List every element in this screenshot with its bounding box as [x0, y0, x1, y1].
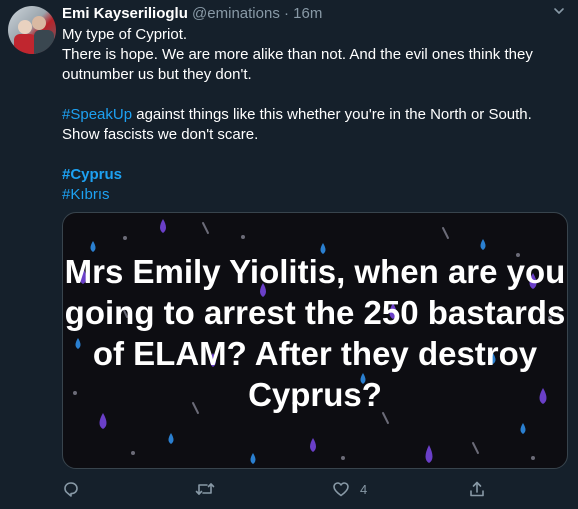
author-handle[interactable]: @eminations	[192, 5, 280, 22]
tweet: Emi Kayserilioglu @eminations · 16m My t…	[0, 0, 578, 509]
share-icon	[470, 481, 484, 497]
like-button[interactable]: 4	[332, 478, 367, 500]
avatar[interactable]	[8, 6, 56, 54]
share-button[interactable]	[468, 478, 486, 500]
reply-icon	[64, 482, 78, 497]
timestamp[interactable]: 16m	[293, 5, 322, 22]
hashtag-kibris[interactable]: #Kıbrıs	[62, 186, 110, 203]
separator: ·	[284, 5, 289, 22]
image-headline: Mrs Emily Yiolitis, when are you going t…	[64, 253, 566, 413]
hashtag-cyprus[interactable]: #Cyprus	[62, 166, 122, 183]
tweet-line: There is hope. We are more alike than no…	[62, 46, 533, 83]
tweet-line-rest: against things like this whether you're …	[62, 106, 532, 143]
tweet-image[interactable]: Mrs Emily Yiolitis, when are you going t…	[62, 212, 568, 469]
retweet-button[interactable]	[195, 478, 215, 500]
action-bar: 4	[62, 478, 568, 502]
tweet-header: Emi Kayserilioglu @eminations · 16m	[62, 4, 322, 24]
tweet-text: My type of Cypriot. There is hope. We ar…	[62, 25, 568, 205]
reply-button[interactable]	[62, 478, 80, 500]
tweet-line: My type of Cypriot.	[62, 26, 188, 43]
caret-down-icon[interactable]	[552, 4, 566, 18]
retweet-icon	[195, 483, 215, 495]
author-name[interactable]: Emi Kayserilioglu	[62, 5, 188, 22]
hashtag-speakup[interactable]: #SpeakUp	[62, 106, 132, 123]
like-count: 4	[360, 481, 368, 497]
like-icon	[333, 482, 349, 497]
tweet-line: #SpeakUp against things like this whethe…	[62, 105, 568, 145]
